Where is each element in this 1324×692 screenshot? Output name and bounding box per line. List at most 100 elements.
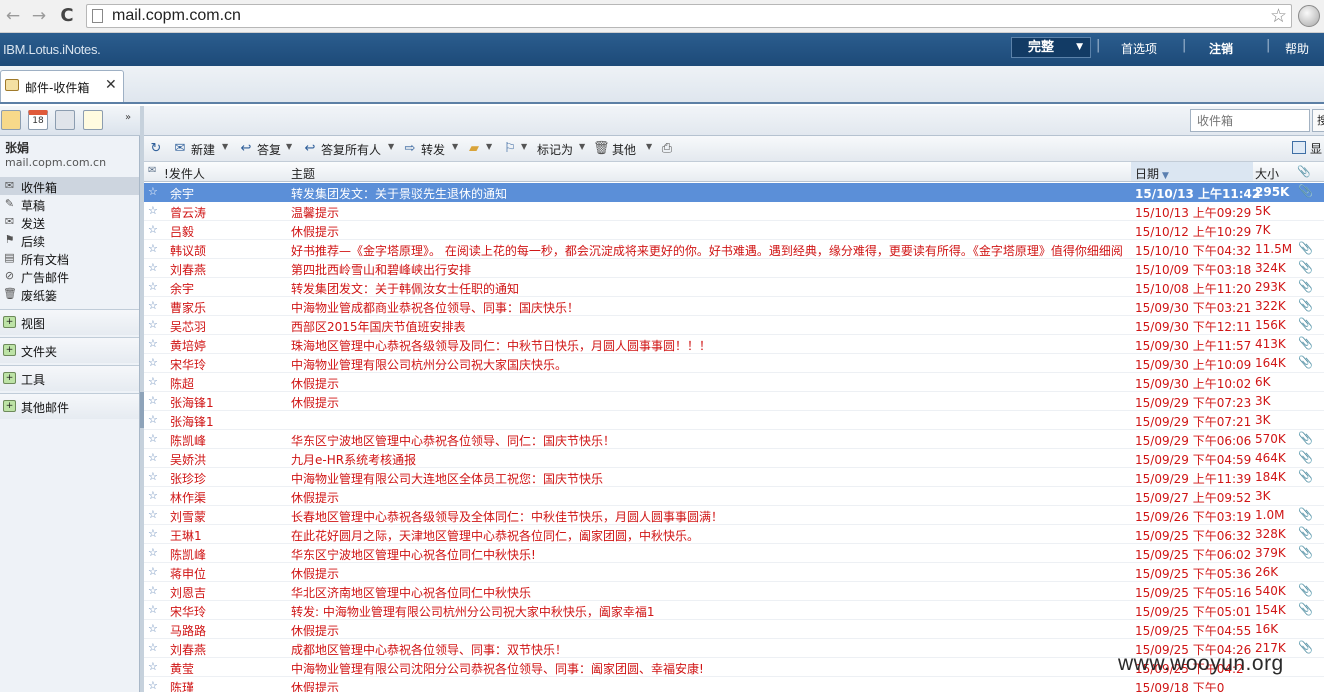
table-row[interactable]: ☆ 陈瑾 休假提示 15/09/18 下午0 (144, 677, 1324, 692)
print-button[interactable]: ⎙ (659, 139, 679, 159)
table-row[interactable]: ☆ 曹家乐 中海物业管成都商业恭祝各位领导、同事：国庆快乐！ 15/09/30 下午0… (144, 297, 1324, 316)
sidebar-section[interactable]: + 视图 (0, 309, 139, 335)
attachment-icon[interactable]: 📎 (1297, 165, 1311, 178)
date-cell: 15/09/29 上午11:39 (1135, 472, 1252, 486)
star-icon[interactable]: ☆ (148, 470, 158, 483)
calendar-icon[interactable]: 18 (28, 110, 48, 130)
table-row[interactable]: ☆ 宋华玲 中海物业管理有限公司杭州分公司祝大家国庆快乐。 15/09/30 上午10… (144, 354, 1324, 373)
logout-link[interactable]: 注销 (1209, 40, 1233, 57)
close-icon[interactable]: ✕ (105, 77, 117, 93)
star-icon[interactable]: ☆ (148, 565, 158, 578)
star-icon[interactable]: ☆ (148, 508, 158, 521)
table-row[interactable]: ☆ 蒋申位 休假提示 15/09/25 下午05:36 26K (144, 563, 1324, 582)
table-row[interactable]: ☆ 刘恩吉 华北区济南地区管理中心祝各位同仁中秋快乐 15/09/25 下午05:16… (144, 582, 1324, 601)
search-button[interactable]: 搜 (1312, 109, 1324, 132)
star-icon[interactable]: ☆ (148, 375, 158, 388)
star-icon[interactable]: ☆ (148, 185, 158, 198)
column-date[interactable]: 日期 ▼ (1135, 165, 1169, 182)
table-row[interactable]: ☆ 陈凯峰 华东区宁波地区管理中心祝各位同仁中秋快乐! 15/09/25 下午06:0… (144, 544, 1324, 563)
sidebar-section[interactable]: + 其他邮件 (0, 393, 139, 419)
show-button[interactable]: 显 (1292, 140, 1322, 157)
star-icon[interactable]: ☆ (148, 223, 158, 236)
table-row[interactable]: ☆ 张珍珍 中海物业管理有限公司大连地区全体员工祝您：国庆节快乐 15/09/29 上… (144, 468, 1324, 487)
star-icon[interactable]: ☆ (148, 451, 158, 464)
star-icon[interactable]: ☆ (148, 356, 158, 369)
star-icon[interactable]: ☆ (148, 679, 158, 692)
table-row[interactable]: ☆ 王琳1 在此花好圆月之际，天津地区管理中心恭祝各位同仁，阖家团圆，中秋快乐。 15… (144, 525, 1324, 544)
star-icon[interactable]: ☆ (148, 660, 158, 673)
help-link[interactable]: 帮助 (1285, 40, 1309, 57)
star-icon[interactable]: ☆ (148, 603, 158, 616)
contacts-icon[interactable] (55, 110, 75, 130)
star-icon[interactable]: ☆ (148, 489, 158, 502)
todo-icon[interactable] (83, 110, 103, 130)
sidebar-item-folder[interactable]: 🗑 废纸篓 (0, 285, 139, 304)
table-row[interactable]: ☆ 张海锋1 15/09/29 下午07:21 3K (144, 411, 1324, 430)
address-bar[interactable]: mail.copm.com.cn ☆ (86, 4, 1292, 28)
table-row[interactable]: ☆ 吕毅 休假提示 15/10/12 上午10:29 7K (144, 221, 1324, 240)
table-row[interactable]: ☆ 吴芯羽 西部区2015年国庆节值班安排表 15/09/30 下午12:11 156K… (144, 316, 1324, 335)
tab-inbox[interactable]: 邮件-收件箱 ✕ (0, 70, 124, 102)
table-row[interactable]: ☆ 吴娇洪 九月e-HR系统考核通报 15/09/29 下午04:59 464K 📎 (144, 449, 1324, 468)
mail-icon[interactable] (1, 110, 21, 130)
column-subject[interactable]: 主题 (291, 165, 315, 182)
mark-as-button[interactable]: 标记为 ▼ (535, 139, 595, 159)
star-icon[interactable]: ☆ (148, 299, 158, 312)
table-row[interactable]: ☆ 黄培婷 珠海地区管理中心恭祝各级领导及同仁：中秋节日快乐，月圆人圆事事圆！！！ 1… (144, 335, 1324, 354)
reply-all-button[interactable]: ↩ 答复所有人 ▼ (302, 139, 398, 159)
table-row[interactable]: ☆ 张海锋1 休假提示 15/09/29 下午07:23 3K (144, 392, 1324, 411)
browser-menu-icon[interactable] (1298, 5, 1320, 27)
table-row[interactable]: ☆ 马路路 休假提示 15/09/25 下午04:55 16K (144, 620, 1324, 639)
column-sender[interactable]: !发件人 (164, 165, 205, 182)
move-folder-button[interactable]: ▰ ▼ (466, 139, 498, 159)
sidebar-section[interactable]: + 工具 (0, 365, 139, 391)
star-icon[interactable]: ☆ (148, 527, 158, 540)
table-row[interactable]: ☆ 宋华玲 转发: 中海物业管理有限公司杭州分公司祝大家中秋快乐，阖家幸福1 15/0… (144, 601, 1324, 620)
refresh-button[interactable]: ↻ (148, 139, 168, 159)
bookmark-star-icon[interactable]: ☆ (1270, 5, 1287, 27)
forward-arrow-icon[interactable]: → (28, 5, 50, 27)
star-icon[interactable]: ☆ (148, 280, 158, 293)
star-icon[interactable]: ☆ (148, 261, 158, 274)
sidebar-item-folder[interactable]: ⚑ 后续 (0, 231, 139, 250)
table-row[interactable]: ☆ 林作渠 休假提示 15/09/27 上午09:52 3K (144, 487, 1324, 506)
star-icon[interactable]: ☆ (148, 394, 158, 407)
table-row[interactable]: ☆ 刘雪蒙 长春地区管理中心恭祝各级领导及全体同仁：中秋佳节快乐，月圆人圆事事圆满！… (144, 506, 1324, 525)
read-status-icon[interactable]: ✉ (148, 165, 156, 176)
table-row[interactable]: ☆ 陈凯峰 华东区宁波地区管理中心恭祝各位领导、同仁：国庆节快乐！ 15/09/29 … (144, 430, 1324, 449)
column-size[interactable]: 大小 (1255, 165, 1279, 182)
star-icon[interactable]: ☆ (148, 584, 158, 597)
sidebar-item-folder[interactable]: ✉ 收件箱 (0, 177, 139, 195)
table-row[interactable]: ☆ 余宇 转发集团发文：关于韩佩汝女士任职的通知 15/10/08 上午11:20 29… (144, 278, 1324, 297)
new-button[interactable]: ✉ 新建 ▼ (172, 139, 232, 159)
star-icon[interactable]: ☆ (148, 641, 158, 654)
star-icon[interactable]: ☆ (148, 622, 158, 635)
preferences-link[interactable]: 首选项 (1121, 40, 1157, 57)
sidebar-item-folder[interactable]: ▤ 所有文档 (0, 249, 139, 268)
sidebar-item-folder[interactable]: ⊘ 广告邮件 (0, 267, 139, 286)
star-icon[interactable]: ☆ (148, 242, 158, 255)
table-row[interactable]: ☆ 陈超 休假提示 15/09/30 上午10:02 6K (144, 373, 1324, 392)
forward-button[interactable]: ⇨ 转发 ▼ (402, 139, 462, 159)
sidebar-item-folder[interactable]: ✉ 发送 (0, 213, 139, 232)
view-mode-select[interactable]: 完整 ▼ (1011, 37, 1091, 58)
follow-up-button[interactable]: ⚐ ▼ (502, 139, 532, 159)
table-row[interactable]: ☆ 余宇 转发集团发文：关于景驳先生退休的通知 15/10/13 上午11:42 295… (144, 183, 1324, 202)
other-button[interactable]: 🗑 其他 ▼ (593, 139, 657, 159)
sidebar-item-folder[interactable]: ✎ 草稿 (0, 195, 139, 214)
star-icon[interactable]: ☆ (148, 432, 158, 445)
star-icon[interactable]: ☆ (148, 337, 158, 350)
star-icon[interactable]: ☆ (148, 318, 158, 331)
table-row[interactable]: ☆ 韩议颉 好书推荐—《金字塔原理》。 在阅读上花的每一秒，都会沉淀成将来更好的你。… (144, 240, 1324, 259)
star-icon[interactable]: ☆ (148, 204, 158, 217)
star-icon[interactable]: ☆ (148, 413, 158, 426)
search-input[interactable] (1190, 109, 1310, 132)
reload-icon[interactable]: C (56, 5, 78, 27)
table-row[interactable]: ☆ 曾云涛 温馨提示 15/10/13 上午09:29 5K (144, 202, 1324, 221)
table-row[interactable]: ☆ 刘春燕 第四批西岭雪山和碧峰峡出行安排 15/10/09 下午03:18 324K… (144, 259, 1324, 278)
star-icon[interactable]: ☆ (148, 546, 158, 559)
back-arrow-icon[interactable]: ← (2, 5, 24, 27)
reply-button[interactable]: ↩ 答复 ▼ (238, 139, 298, 159)
sidebar-section[interactable]: + 文件夹 (0, 337, 139, 363)
chevron-down-icon[interactable]: » (125, 112, 131, 123)
